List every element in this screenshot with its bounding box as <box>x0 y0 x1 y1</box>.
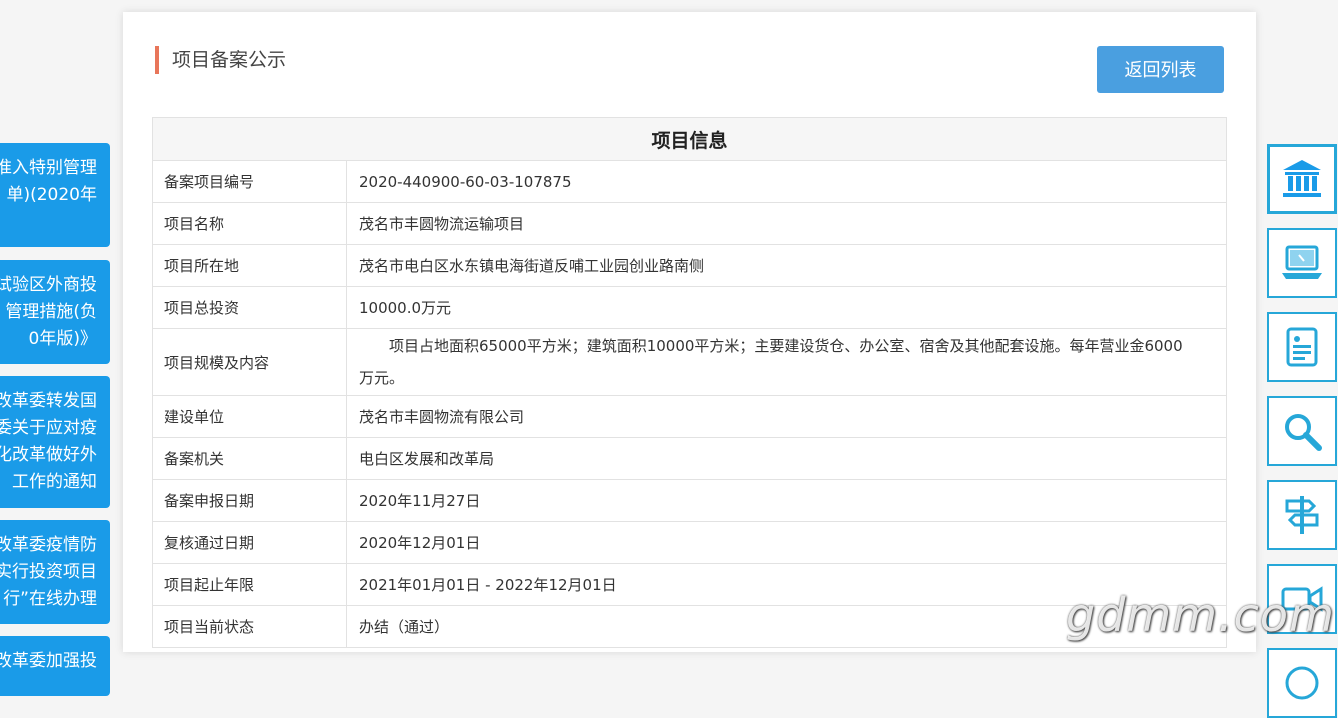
project-record-card: 项目备案公示 返回列表 项目信息 备案项目编号 2020-440900-60-0… <box>123 12 1256 652</box>
page-title: 项目备案公示 <box>155 46 286 74</box>
document-icon <box>1286 327 1318 367</box>
left-news-tab-text: 委关于应对疫 <box>0 418 97 438</box>
bank-icon <box>1283 160 1321 197</box>
left-news-tab-2[interactable]: 试验区外商投 管理措施(负 0年版)》 <box>0 260 110 364</box>
table-row: 建设单位 茂名市丰圆物流有限公司 <box>152 395 1227 438</box>
document-button[interactable] <box>1267 312 1337 382</box>
row-label: 建设单位 <box>152 395 347 438</box>
left-news-tab-text: 改革委转发国 <box>0 391 97 411</box>
left-news-tab-text: 工作的通知 <box>12 472 97 492</box>
table-row: 项目所在地 茂名市电白区水东镇电海街道反哺工业园创业路南侧 <box>152 244 1227 287</box>
row-label: 项目起止年限 <box>152 563 347 606</box>
table-header: 项目信息 <box>152 117 1227 161</box>
signpost-icon <box>1285 496 1319 534</box>
table-row: 项目规模及内容 项目占地面积65000平方米；建筑面积10000平方米；主要建设… <box>152 328 1227 396</box>
row-value: 茂名市丰圆物流有限公司 <box>346 395 1227 438</box>
site-watermark: gdmm.com <box>1066 588 1335 642</box>
row-value: 茂名市丰圆物流运输项目 <box>346 202 1227 245</box>
row-label: 项目规模及内容 <box>152 328 347 396</box>
row-label: 项目所在地 <box>152 244 347 287</box>
left-news-tab-text: 改革委加强投 <box>0 651 97 671</box>
table-row: 备案项目编号 2020-440900-60-03-107875 <box>152 160 1227 203</box>
table-row: 项目名称 茂名市丰圆物流运输项目 <box>152 202 1227 245</box>
bank-button[interactable] <box>1267 144 1337 214</box>
left-news-tab-text: 0年版)》 <box>28 329 97 349</box>
table-row: 备案机关 电白区发展和改革局 <box>152 437 1227 480</box>
row-value: 10000.0万元 <box>346 286 1227 329</box>
circle-icon <box>1285 666 1319 700</box>
left-news-tab-text: 实行投资项目 <box>0 562 97 582</box>
row-label: 项目总投资 <box>152 286 347 329</box>
left-news-tab-text: 试验区外商投 <box>0 275 97 295</box>
row-value: 电白区发展和改革局 <box>346 437 1227 480</box>
left-news-tab-text: 单)(2020年 <box>6 185 97 205</box>
project-info-table: 项目信息 备案项目编号 2020-440900-60-03-107875 项目名… <box>152 117 1227 648</box>
table-header-row: 项目信息 <box>152 117 1227 161</box>
left-news-tab-5[interactable]: 改革委加强投 <box>0 636 110 696</box>
row-value: 茂名市电白区水东镇电海街道反哺工业园创业路南侧 <box>346 244 1227 287</box>
row-label: 备案项目编号 <box>152 160 347 203</box>
row-value: 项目占地面积65000平方米；建筑面积10000平方米；主要建设货仓、办公室、宿… <box>346 328 1227 396</box>
back-to-list-button[interactable]: 返回列表 <box>1097 46 1224 93</box>
left-news-tab-3[interactable]: 改革委转发国 委关于应对疫 化改革做好外 工作的通知 <box>0 376 110 508</box>
table-row: 备案申报日期 2020年11月27日 <box>152 479 1227 522</box>
left-news-tab-4[interactable]: 改革委疫情防 实行投资项目 行”在线办理 <box>0 520 110 624</box>
left-news-tab-1[interactable]: 准入特别管理 单)(2020年 <box>0 143 110 247</box>
row-label: 项目名称 <box>152 202 347 245</box>
laptop-button[interactable] <box>1267 228 1337 298</box>
search-icon <box>1285 414 1322 451</box>
row-label: 项目当前状态 <box>152 605 347 648</box>
row-label: 备案机关 <box>152 437 347 480</box>
row-value: 2020-440900-60-03-107875 <box>346 160 1227 203</box>
signpost-button[interactable] <box>1267 480 1337 550</box>
laptop-icon <box>1282 245 1322 279</box>
left-news-tab-text: 行”在线办理 <box>3 589 97 609</box>
search-button[interactable] <box>1267 396 1337 466</box>
row-value: 2020年11月27日 <box>346 479 1227 522</box>
table-row: 复核通过日期 2020年12月01日 <box>152 521 1227 564</box>
left-news-tab-text: 准入特别管理 <box>0 158 97 178</box>
table-row: 项目总投资 10000.0万元 <box>152 286 1227 329</box>
left-news-tab-text: 化改革做好外 <box>0 445 97 465</box>
more-button[interactable] <box>1267 648 1337 718</box>
row-label: 备案申报日期 <box>152 479 347 522</box>
row-label: 复核通过日期 <box>152 521 347 564</box>
left-news-tab-text: 管理措施(负 <box>5 302 97 322</box>
row-value: 2020年12月01日 <box>346 521 1227 564</box>
left-news-tab-text: 改革委疫情防 <box>0 535 97 555</box>
